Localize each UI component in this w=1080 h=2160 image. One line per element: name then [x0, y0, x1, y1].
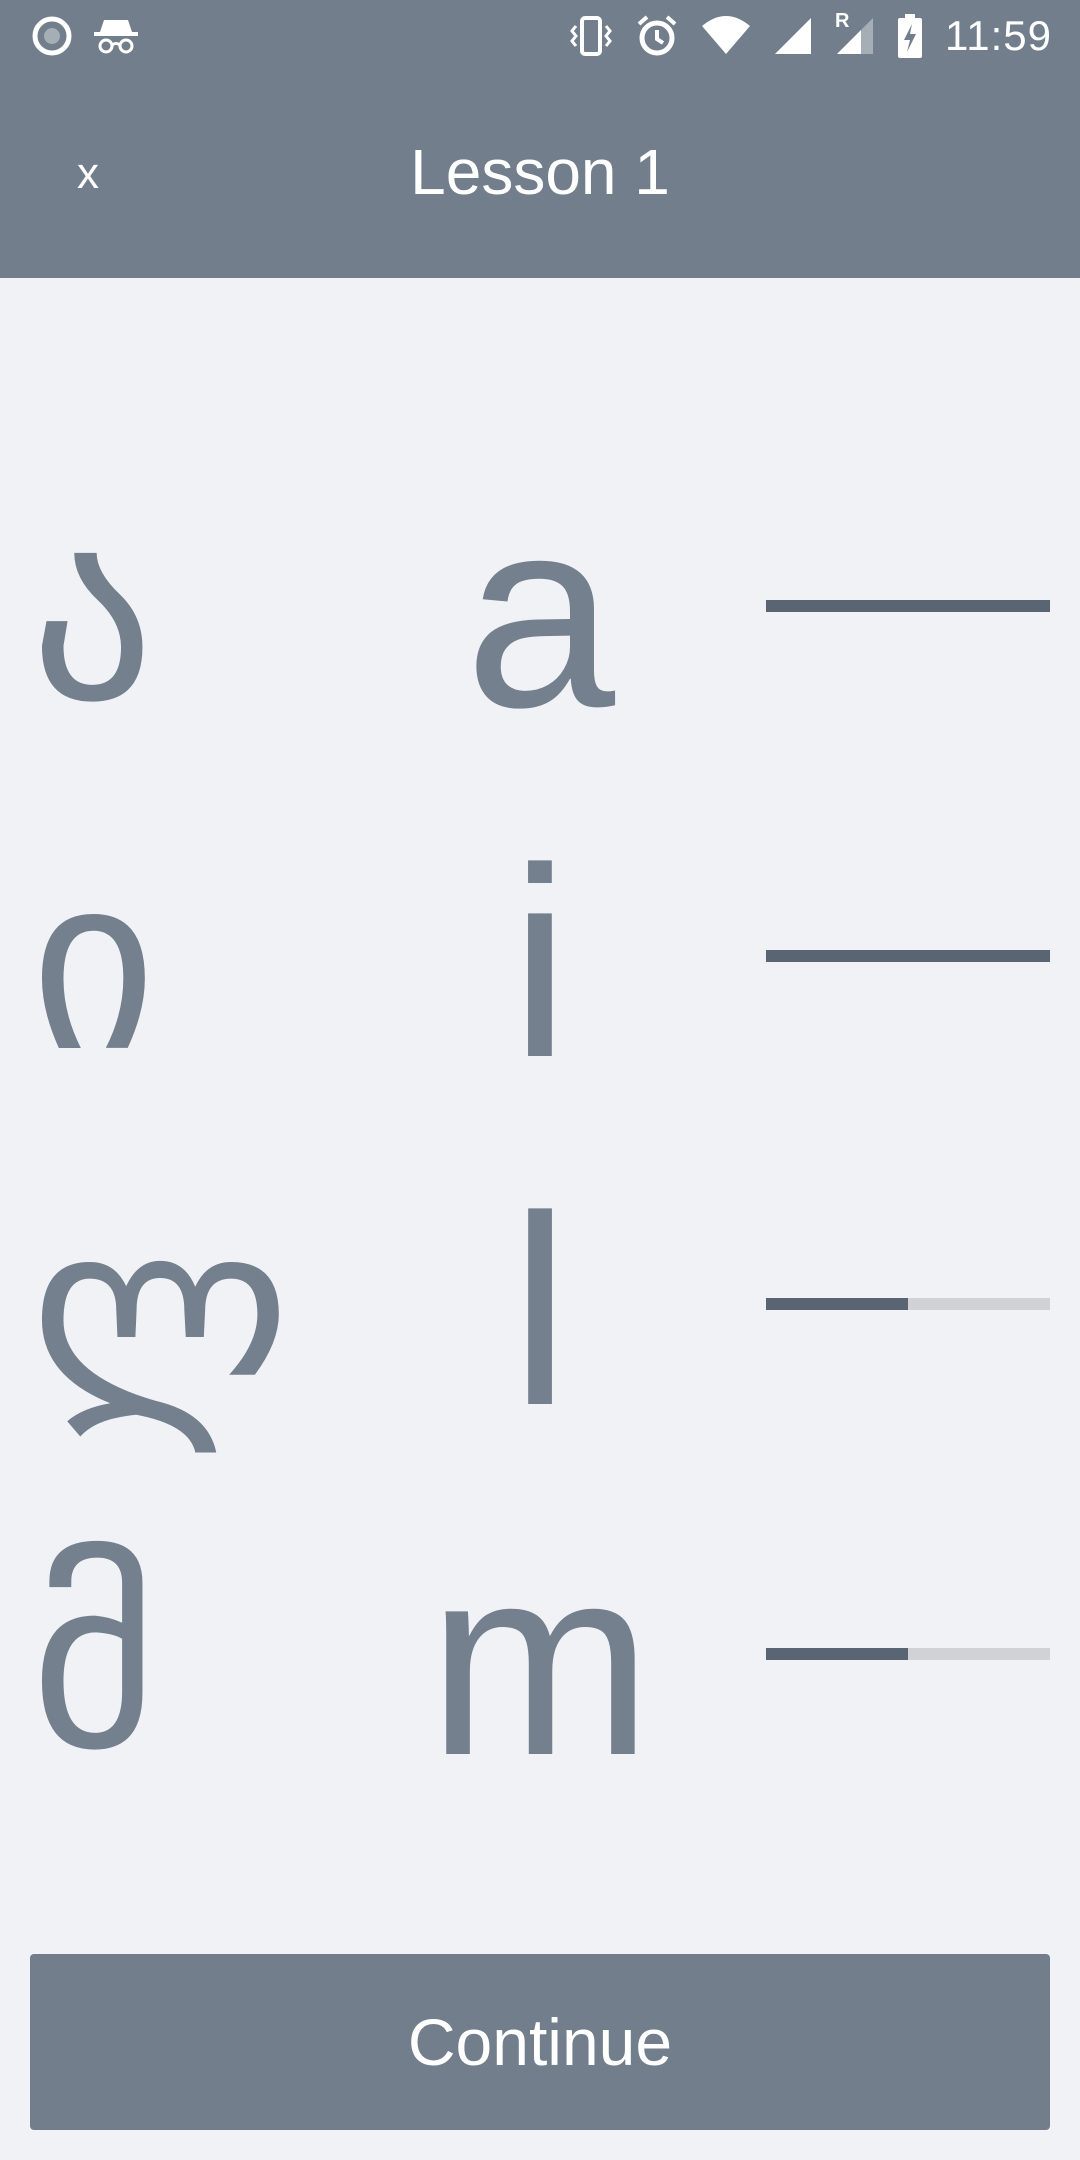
app-bar: x Lesson 1	[0, 72, 1080, 278]
signal-icon	[775, 18, 811, 54]
latin-letter: m	[427, 1511, 653, 1812]
progress-fill	[766, 600, 1050, 612]
record-icon	[32, 16, 72, 56]
georgian-letter: ი	[30, 821, 157, 1106]
progress-fill	[766, 1298, 908, 1310]
progress-bar	[766, 950, 1050, 962]
progress-bar	[766, 1648, 1050, 1660]
status-left-icons	[32, 14, 140, 58]
georgian-letter: ა	[30, 471, 155, 756]
letter-row[interactable]: ი i	[0, 814, 1080, 1114]
latin-letter: a	[464, 463, 616, 764]
progress-fill	[766, 950, 1050, 962]
latin-letter: l	[510, 1161, 570, 1462]
georgian-letter: მ	[30, 1519, 159, 1804]
status-bar: R 11:59	[0, 0, 1080, 72]
latin-letter: i	[510, 813, 570, 1114]
status-right-icons: R 11:59	[569, 10, 1052, 60]
wifi-icon	[702, 16, 750, 54]
progress-bar	[766, 1298, 1050, 1310]
progress-bar	[766, 600, 1050, 612]
page-title: Lesson 1	[410, 136, 670, 208]
battery-charging-icon	[898, 14, 922, 58]
roaming-signal: R	[835, 10, 875, 56]
status-time: 11:59	[945, 12, 1052, 59]
letter-row[interactable]: მ m	[0, 1512, 1080, 1812]
alarm-icon	[637, 15, 677, 56]
progress-fill	[766, 1648, 908, 1660]
roaming-label: R	[835, 10, 850, 32]
incognito-icon	[94, 20, 138, 54]
letter-row[interactable]: ლ l	[0, 1162, 1080, 1462]
georgian-letter: ლ	[30, 1169, 291, 1454]
letter-row[interactable]: ა a	[0, 464, 1080, 764]
vibrate-icon	[570, 16, 612, 56]
continue-button[interactable]: Continue	[30, 1954, 1050, 2130]
